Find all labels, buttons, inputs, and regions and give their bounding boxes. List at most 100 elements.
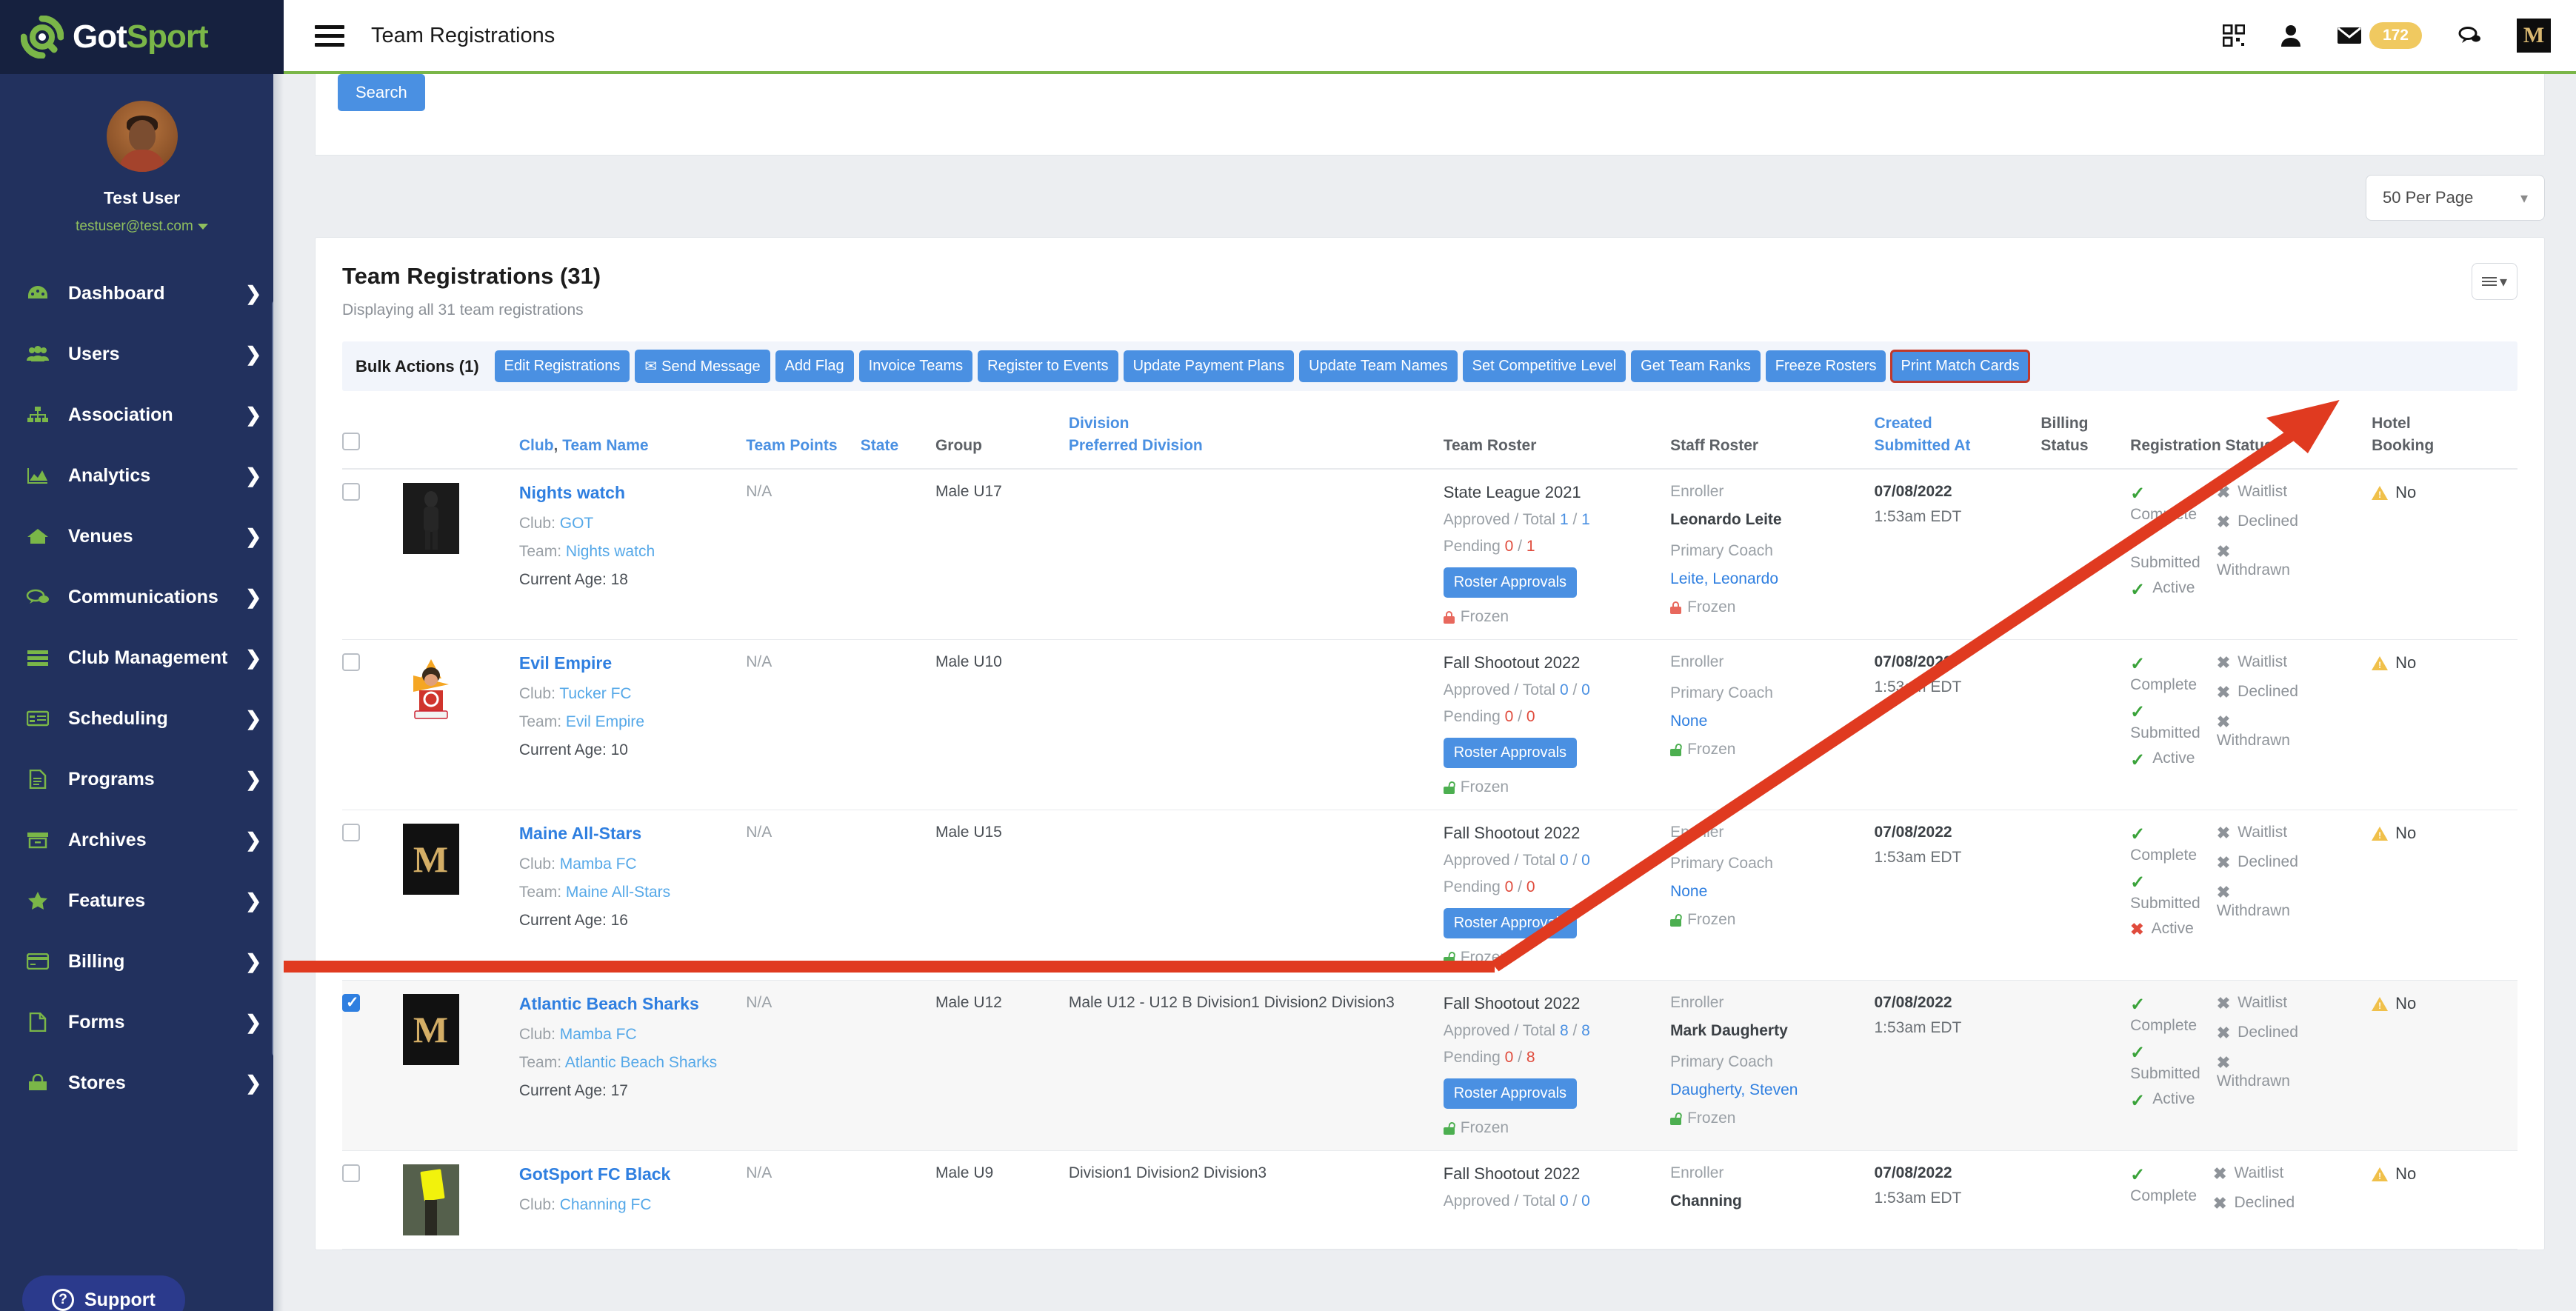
th-team-points[interactable]: Team Points [746,415,861,470]
avatar[interactable] [106,101,178,172]
per-page-select[interactable]: 50 Per Page ▾ [2366,175,2545,221]
bulk-register-to-events-button[interactable]: Register to Events [978,350,1118,382]
org-avatar[interactable]: M [2517,19,2551,53]
table-row[interactable]: GotSport FC Black Club: Channing FC N/A … [342,1150,2517,1250]
bulk-freeze-rosters-button[interactable]: Freeze Rosters [1765,350,1886,382]
chat-icon[interactable] [2457,26,2481,45]
sidebar-item-scheduling[interactable]: Scheduling ❯ [0,688,284,749]
primary-coach-value[interactable]: None [1670,713,1868,730]
club-link[interactable]: Mamba FC [560,1026,637,1043]
content-scroll-area[interactable]: Search 50 Per Page ▾ Team Registrations … [284,74,2576,1308]
sidebar-item-dashboard[interactable]: Dashboard ❯ [0,263,284,324]
th-staff-roster[interactable]: Staff Roster [1670,415,1875,470]
team-name-link[interactable]: Nights watch [519,483,740,503]
select-all-checkbox[interactable] [342,433,360,450]
bulk-edit-registrations-button[interactable]: Edit Registrations [494,350,630,382]
mail-icon[interactable]: 172 [2337,22,2422,49]
row-checkbox[interactable] [342,653,360,671]
club-link[interactable]: Mamba FC [560,855,637,873]
row-select-cell[interactable] [342,639,403,810]
check-icon: ✓ [2130,750,2146,770]
roster-approvals-button[interactable]: Roster Approvals [1443,1078,1578,1109]
qr-code-icon[interactable] [2222,24,2245,47]
table-row[interactable]: Evil Empire Club: Tucker FC Team: Evil E… [342,639,2517,810]
th-team-roster[interactable]: Team Roster [1443,415,1671,470]
bulk-set-competitive-level-button[interactable]: Set Competitive Level [1462,350,1626,382]
sidebar-item-stores[interactable]: Stores ❯ [0,1053,284,1113]
sidebar-item-archives[interactable]: Archives ❯ [0,810,284,870]
club-link[interactable]: GOT [560,515,594,532]
row-checkbox[interactable] [342,483,360,501]
sidebar-item-communications[interactable]: Communications ❯ [0,567,284,627]
th-club-team-name[interactable]: Club, Team Name [518,415,747,470]
row-checkbox[interactable] [342,1164,360,1182]
user-icon[interactable] [2280,24,2301,47]
sidebar-item-club-management[interactable]: Club Management ❯ [0,627,284,688]
primary-coach-value[interactable]: None [1670,883,1868,901]
th-created-submitted[interactable]: Created Submitted At [1874,415,2041,470]
row-select-cell[interactable] [342,810,403,981]
th-state[interactable]: State [860,415,935,470]
x-icon: ✖ [2216,483,2231,501]
bulk-add-flag-button[interactable]: Add Flag [775,350,854,382]
th-registration-status[interactable]: Registration Status [2130,415,2372,470]
sidebar-item-users[interactable]: Users ❯ [0,324,284,384]
sidebar-item-billing[interactable]: Billing ❯ [0,931,284,992]
frozen-label: Frozen [1687,911,1736,928]
row-state [860,639,935,810]
row-select-cell[interactable] [342,1150,403,1250]
table-row[interactable]: Nights watch Club: GOT Team: Nights watc… [342,469,2517,640]
check-icon: ✓ [2130,580,2146,600]
th-select-all[interactable] [342,415,403,470]
sidebar-item-association[interactable]: Association ❯ [0,384,284,445]
bulk-print-match-cards-button[interactable]: Print Match Cards [1890,350,2030,383]
row-select-cell[interactable] [342,469,403,640]
table-options-button[interactable]: ▾ [2472,263,2517,300]
th-group[interactable]: Group [935,415,1069,470]
team-name-link[interactable]: Maine All-Stars [519,824,740,844]
bulk-update-team-names-button[interactable]: Update Team Names [1299,350,1458,382]
table-row[interactable]: M Atlantic Beach Sharks Club: Mamba FC T… [342,980,2517,1151]
sidebar-item-forms[interactable]: Forms ❯ [0,992,284,1053]
sidebar-item-venues[interactable]: Venues ❯ [0,506,284,567]
team-link[interactable]: Maine All-Stars [566,884,670,901]
team-name-link[interactable]: GotSport FC Black [519,1164,740,1184]
row-checkbox[interactable] [342,824,360,841]
support-button[interactable]: ? Support [22,1275,185,1311]
roster-approvals-button[interactable]: Roster Approvals [1443,908,1578,938]
team-link[interactable]: Atlantic Beach Sharks [565,1054,717,1071]
sidebar-item-label: Programs [68,768,155,790]
table-row[interactable]: M Maine All-Stars Club: Mamba FC Team: M… [342,810,2517,981]
club-link[interactable]: Channing FC [560,1196,652,1213]
club-link[interactable]: Tucker FC [559,685,631,702]
bulk-invoice-teams-button[interactable]: Invoice Teams [858,350,973,382]
team-name-link[interactable]: Evil Empire [519,653,740,673]
bulk-send-message-button[interactable]: ✉ Send Message [635,350,770,383]
row-select-cell[interactable] [342,980,403,1151]
waitlist-label: Waitlist [2238,653,2288,670]
sidebar-item-programs[interactable]: Programs ❯ [0,749,284,810]
sidebar-item-analytics[interactable]: Analytics ❯ [0,445,284,506]
roster-approvals-button[interactable]: Roster Approvals [1443,567,1578,598]
sidebar-item-features[interactable]: Features ❯ [0,870,284,931]
x-icon: ✖ [2216,994,2231,1013]
search-button[interactable]: Search [338,74,425,111]
row-checkbox[interactable] [342,993,360,1012]
th-billing-status[interactable]: Billing Status [2041,415,2131,470]
row-billing-status [2041,469,2131,640]
team-link[interactable]: Nights watch [566,543,655,560]
roster-approvals-button[interactable]: Roster Approvals [1443,738,1578,768]
menu-toggle-icon[interactable] [315,20,344,52]
primary-coach-value[interactable]: Leite, Leonardo [1670,570,1868,588]
th-division[interactable]: Division Preferred Division [1068,415,1444,470]
team-link[interactable]: Evil Empire [566,713,644,730]
team-name-link[interactable]: Atlantic Beach Sharks [519,994,740,1014]
th-hotel-booking[interactable]: Hotel Booking [2372,415,2517,470]
primary-coach-value[interactable]: Daugherty, Steven [1670,1081,1868,1099]
avatar-head [128,120,156,151]
bulk-get-team-ranks-button[interactable]: Get Team Ranks [1631,350,1761,382]
bulk-update-payment-plans-button[interactable]: Update Payment Plans [1123,350,1295,382]
profile-email-dropdown[interactable]: testuser@test.com [0,218,284,235]
brand-logo-area[interactable]: GotSport [0,0,284,74]
home-icon [25,527,50,545]
